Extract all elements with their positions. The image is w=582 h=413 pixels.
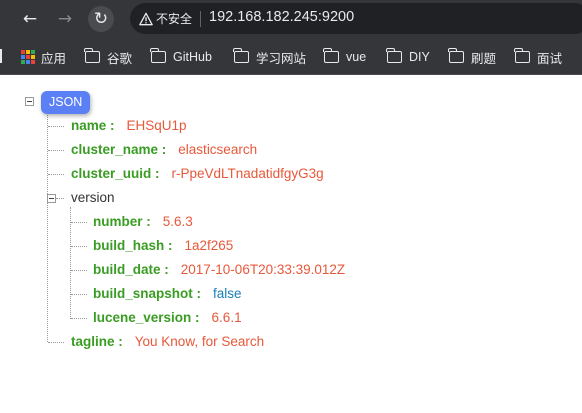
tree-branch <box>48 174 64 175</box>
bookmark-folder-diy[interactable]: DIY <box>386 48 430 66</box>
url-text[interactable]: 192.168.182.245:9200 <box>209 9 354 25</box>
tree-branch <box>71 222 87 223</box>
folder-icon <box>84 48 100 63</box>
json-row-version[interactable]: version <box>71 189 115 207</box>
json-row-number: number : 5.6.3 <box>93 213 193 231</box>
address-bar[interactable]: 不安全 192.168.182.245:9200 <box>130 3 582 34</box>
folder-icon <box>448 48 464 63</box>
bookmark-folder-vue[interactable]: vue <box>323 48 367 66</box>
json-string-value: EHSqU1p <box>126 118 187 133</box>
tree-branch <box>71 246 87 247</box>
json-row-cluster-name: cluster_name : elasticsearch <box>71 141 257 159</box>
bookmark-apps[interactable]: 应用 <box>21 48 66 66</box>
json-string-value: 5.6.3 <box>162 214 193 229</box>
security-label: 不安全 <box>156 12 193 26</box>
json-row-build-date: build_date : 2017-10-06T20:33:39.012Z <box>93 261 345 279</box>
json-key: build_date : <box>93 262 169 277</box>
bookmark-label: 应用 <box>41 51 67 66</box>
forward-button[interactable]: → <box>52 6 78 32</box>
folder-icon <box>323 48 339 63</box>
warning-triangle-icon <box>139 12 153 25</box>
json-key: cluster_uuid : <box>71 166 160 181</box>
json-string-value: 6.6.1 <box>211 310 242 325</box>
json-string-value: 1a2f265 <box>184 238 234 253</box>
bookmark-overflow-edge <box>0 49 3 63</box>
bookmark-folder-interview[interactable]: 面试 <box>514 48 563 66</box>
json-root-badge[interactable]: JSON <box>41 91 91 114</box>
json-object-key: version <box>71 190 115 205</box>
bookmark-label: 刷题 <box>471 51 497 66</box>
bookmark-label: DIY <box>409 50 430 64</box>
bookmark-label: vue <box>346 50 367 64</box>
security-indicator[interactable]: 不安全 <box>139 10 192 27</box>
json-key: cluster_name : <box>71 142 167 157</box>
back-arrow-icon: ← <box>22 8 38 29</box>
collapse-root-toggle[interactable] <box>25 97 34 106</box>
tree-guide-version <box>70 207 71 319</box>
tree-branch <box>56 198 64 199</box>
json-row-tagline: tagline : You Know, for Search <box>71 333 264 351</box>
json-row-build-snapshot: build_snapshot : false <box>93 285 242 303</box>
tree-guide-root <box>47 111 48 342</box>
json-boolean-value: false <box>213 286 242 301</box>
back-button[interactable]: ← <box>17 6 43 32</box>
tree-branch <box>71 294 87 295</box>
collapse-version-toggle[interactable] <box>47 194 56 203</box>
bookmark-label: 面试 <box>537 51 563 66</box>
json-key: build_snapshot : <box>93 286 201 301</box>
json-row-build-hash: build_hash : 1a2f265 <box>93 237 233 255</box>
bookmark-folder-study[interactable]: 学习网站 <box>233 48 307 66</box>
reload-icon: ↻ <box>93 8 109 29</box>
omnibox-divider <box>200 11 201 27</box>
bookmark-folder-github[interactable]: GitHub <box>150 48 212 66</box>
folder-icon <box>386 48 402 63</box>
bookmark-label: 学习网站 <box>256 51 307 66</box>
json-key: name : <box>71 118 115 133</box>
json-row-lucene-version: lucene_version : 6.6.1 <box>93 309 242 327</box>
browser-toolbar: ← → ↻ 不安全 192.168.182.245:9200 <box>0 0 582 38</box>
json-string-value: elasticsearch <box>178 142 258 157</box>
forward-arrow-icon: → <box>57 8 73 29</box>
json-key: lucene_version : <box>93 310 200 325</box>
folder-icon <box>233 48 249 63</box>
tree-branch <box>48 150 64 151</box>
json-row-name: name : EHSqU1p <box>71 117 187 135</box>
tree-branch <box>71 318 87 319</box>
tree-branch <box>48 126 64 127</box>
json-viewer: JSON name : EHSqU1p cluster_name : elastic… <box>0 76 582 413</box>
folder-icon <box>514 48 530 63</box>
json-string-value: 2017-10-06T20:33:39.012Z <box>180 262 346 277</box>
bookmarks-bar: 应用 谷歌 GitHub 学习网站 vue DIY 刷题 面试 <box>0 38 582 75</box>
json-string-value: r-PpeVdLTnadatidfgyG3g <box>171 166 324 181</box>
bookmark-folder-practice[interactable]: 刷题 <box>448 48 497 66</box>
json-row-cluster-uuid: cluster_uuid : r-PpeVdLTnadatidfgyG3g <box>71 165 324 183</box>
tree-branch <box>71 270 87 271</box>
apps-grid-icon <box>21 50 35 64</box>
bookmark-label: GitHub <box>173 50 212 64</box>
bookmark-folder-google[interactable]: 谷歌 <box>84 48 133 66</box>
json-key: tagline : <box>71 334 123 349</box>
json-string-value: You Know, for Search <box>134 334 265 349</box>
reload-button[interactable]: ↻ <box>88 6 114 32</box>
json-key: number : <box>93 214 151 229</box>
tree-branch <box>48 342 64 343</box>
bookmark-label: 谷歌 <box>107 51 133 66</box>
json-key: build_hash : <box>93 238 173 253</box>
folder-icon <box>150 48 166 63</box>
